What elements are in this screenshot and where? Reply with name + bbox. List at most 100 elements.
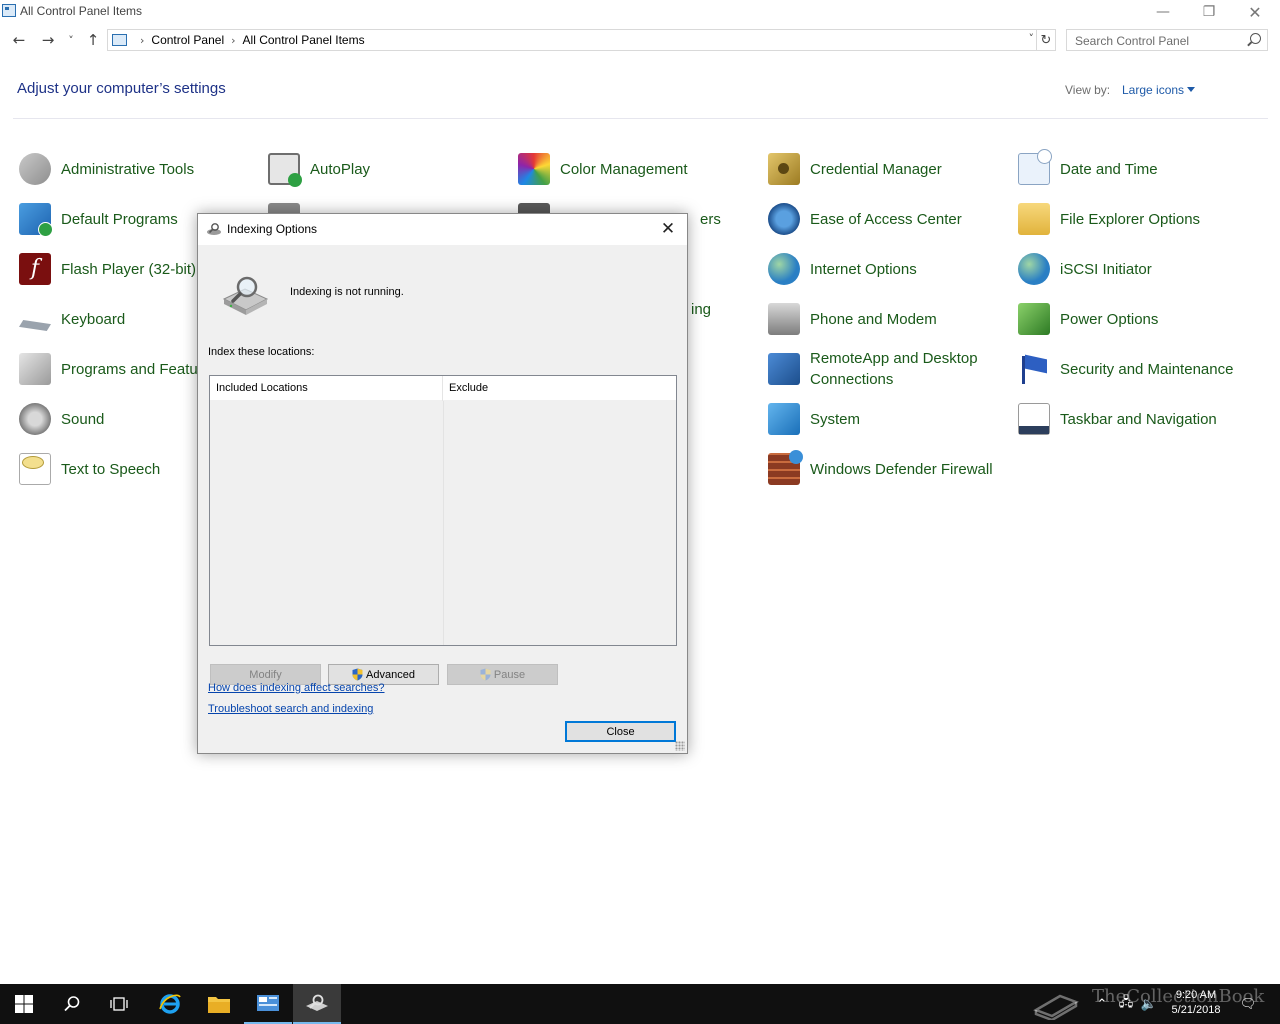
- default-programs-icon: [19, 203, 53, 237]
- autoplay-icon: [268, 153, 302, 187]
- dialog-title: Indexing Options: [227, 222, 318, 236]
- window-titlebar: All Control Panel Items — ❐ ✕: [0, 0, 1280, 24]
- restore-button[interactable]: ❐: [1186, 0, 1232, 24]
- view-by-label: View by:: [1065, 83, 1111, 97]
- item-power-options[interactable]: Power Options: [1018, 297, 1258, 341]
- item-label: Ease of Access Center: [810, 210, 962, 228]
- column-exclude[interactable]: Exclude: [443, 376, 676, 401]
- item-label: iSCSI Initiator: [1060, 260, 1152, 278]
- pause-button[interactable]: Pause: [447, 664, 558, 685]
- item-label: Taskbar and Navigation: [1060, 410, 1217, 428]
- item-label: Default Programs: [61, 210, 178, 228]
- file-explorer-button[interactable]: [195, 984, 243, 1024]
- chevron-down-icon[interactable]: [1187, 87, 1195, 92]
- up-button[interactable]: ↑: [82, 28, 104, 52]
- taskbar-icon: [1018, 403, 1050, 435]
- item-label: Sound: [61, 410, 105, 428]
- speaker-icon: [19, 403, 51, 435]
- breadcrumb-control-panel[interactable]: Control Panel: [151, 33, 224, 47]
- table-header: Included Locations Exclude: [210, 376, 676, 401]
- search-button[interactable]: [48, 984, 96, 1024]
- item-autoplay[interactable]: AutoPlay: [268, 147, 508, 191]
- column-included-locations[interactable]: Included Locations: [210, 376, 443, 401]
- item-iscsi-initiator[interactable]: iSCSI Initiator: [1018, 247, 1258, 291]
- item-ease-of-access[interactable]: Ease of Access Center: [768, 197, 1008, 241]
- windows-logo-icon: [15, 995, 33, 1013]
- start-button[interactable]: [0, 984, 48, 1024]
- item-label: System: [810, 410, 861, 428]
- address-bar[interactable]: › Control Panel › All Control Panel Item…: [107, 29, 1037, 51]
- recent-locations-button[interactable]: ˅: [61, 28, 81, 52]
- chevron-right-icon[interactable]: ›: [231, 34, 235, 47]
- show-hidden-icons-button[interactable]: ⌃: [1094, 996, 1110, 1012]
- close-button[interactable]: Close: [565, 721, 676, 742]
- item-label: Text to Speech: [61, 460, 161, 478]
- breadcrumb-all-items[interactable]: All Control Panel Items: [243, 33, 365, 47]
- indexing-options-dialog: Indexing Options ✕ Indexing is not runni…: [197, 213, 688, 754]
- close-window-button[interactable]: ✕: [1232, 0, 1278, 24]
- how-indexing-link[interactable]: How does indexing affect searches?: [208, 682, 385, 694]
- item-remoteapp[interactable]: RemoteApp and Desktop Connections: [768, 347, 1008, 391]
- item-color-management[interactable]: Color Management: [518, 147, 758, 191]
- item-label: Credential Manager: [810, 160, 942, 178]
- troubleshoot-link[interactable]: Troubleshoot search and indexing: [208, 703, 373, 715]
- item-security-and-maintenance[interactable]: Security and Maintenance: [1018, 347, 1258, 391]
- folder-icon: [1018, 203, 1050, 235]
- item-label: Administrative Tools: [61, 160, 195, 178]
- control-panel-icon: [112, 34, 127, 46]
- action-center-icon[interactable]: 🗨: [1240, 996, 1257, 1012]
- chevron-right-icon[interactable]: ›: [140, 34, 144, 47]
- advanced-label: Advanced: [366, 668, 415, 681]
- item-internet-options[interactable]: Internet Options: [768, 247, 1008, 291]
- pause-label: Pause: [493, 668, 526, 681]
- item-administrative-tools[interactable]: Administrative Tools: [19, 147, 259, 191]
- item-file-explorer-options[interactable]: File Explorer Options: [1018, 197, 1258, 241]
- remoteapp-icon: [768, 353, 800, 385]
- refresh-button[interactable]: ↻: [1037, 29, 1056, 51]
- control-panel-taskbar-button[interactable]: [244, 984, 292, 1024]
- item-label: File Explorer Options: [1060, 210, 1201, 228]
- dialog-close-icon[interactable]: ✕: [651, 214, 685, 244]
- indexing-status-text: Indexing is not running.: [290, 286, 404, 298]
- task-view-icon: [110, 997, 128, 1011]
- address-dropdown-icon[interactable]: ˅: [1029, 32, 1035, 45]
- back-button[interactable]: ←: [8, 28, 30, 52]
- flag-icon: [1018, 353, 1050, 385]
- watermark-book-icon: [1033, 994, 1079, 1020]
- item-label: Internet Options: [810, 260, 917, 278]
- item-label: Keyboard: [61, 310, 126, 328]
- uac-shield-icon: [480, 668, 491, 681]
- resize-grip[interactable]: [675, 741, 685, 751]
- indexing-options-taskbar-button[interactable]: [293, 984, 341, 1024]
- item-windows-defender-firewall[interactable]: Windows Defender Firewall: [768, 447, 1008, 491]
- date-time-icon: [1018, 149, 1052, 185]
- forward-button[interactable]: →: [37, 28, 59, 52]
- indexing-status-icon: [222, 276, 269, 315]
- item-label: Flash Player (32-bit): [61, 260, 197, 278]
- dialog-titlebar[interactable]: Indexing Options ✕: [198, 214, 687, 245]
- page-title: Adjust your computer’s settings: [17, 80, 226, 97]
- credential-manager-icon: [768, 153, 800, 185]
- iscsi-icon: [1018, 253, 1050, 285]
- system-icon: [768, 403, 800, 435]
- volume-muted-icon[interactable]: 🔈: [1141, 996, 1157, 1012]
- internet-explorer-button[interactable]: [146, 984, 194, 1024]
- item-label: AutoPlay: [310, 160, 371, 178]
- system-clock[interactable]: 9:20 AM 5/21/2018: [1160, 988, 1232, 1018]
- item-label: Date and Time: [1060, 160, 1158, 178]
- minimize-button[interactable]: —: [1140, 0, 1186, 24]
- item-phone-and-modem[interactable]: Phone and Modem: [768, 297, 1008, 341]
- item-credential-manager[interactable]: Credential Manager: [768, 147, 1008, 191]
- item-taskbar-and-navigation[interactable]: Taskbar and Navigation: [1018, 397, 1258, 441]
- search-icon[interactable]: [1250, 33, 1261, 44]
- network-icon[interactable]: 🖧: [1118, 995, 1134, 1012]
- item-date-and-time[interactable]: Date and Time: [1018, 147, 1258, 191]
- item-label: ers: [700, 210, 721, 228]
- control-panel-icon: [2, 4, 16, 17]
- locations-table[interactable]: Included Locations Exclude: [209, 375, 677, 646]
- view-by-dropdown[interactable]: Large icons: [1122, 83, 1184, 97]
- search-input[interactable]: Search Control Panel: [1066, 29, 1268, 51]
- item-system[interactable]: System: [768, 397, 1008, 441]
- taskbar: TheCollectionBook ⌃ 🖧 🔈 9:20 AM 5/21/201…: [0, 984, 1280, 1024]
- task-view-button[interactable]: [96, 984, 144, 1024]
